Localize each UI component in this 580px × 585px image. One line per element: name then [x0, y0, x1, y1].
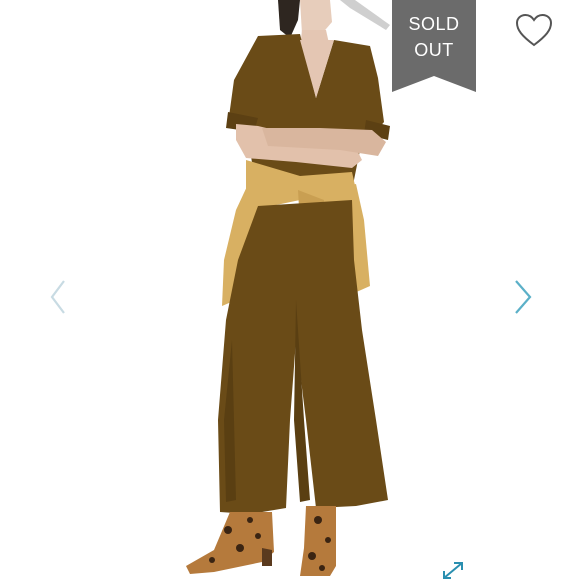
previous-image-button[interactable]	[44, 275, 74, 319]
chevron-left-icon	[50, 280, 65, 314]
product-photo	[186, 0, 390, 576]
next-image-button[interactable]	[508, 275, 538, 319]
expand-image-button[interactable]	[440, 560, 466, 580]
sold-out-label-line2: OUT	[414, 40, 454, 60]
heart-icon	[515, 13, 553, 47]
chevron-right-icon	[515, 280, 532, 314]
expand-icon	[443, 562, 463, 579]
like-button[interactable]	[514, 12, 554, 48]
sold-out-badge: SOLD OUT	[392, 0, 476, 92]
photo-viewer: SOLD OUT	[0, 0, 580, 580]
sold-out-label-line1: SOLD	[408, 14, 460, 34]
